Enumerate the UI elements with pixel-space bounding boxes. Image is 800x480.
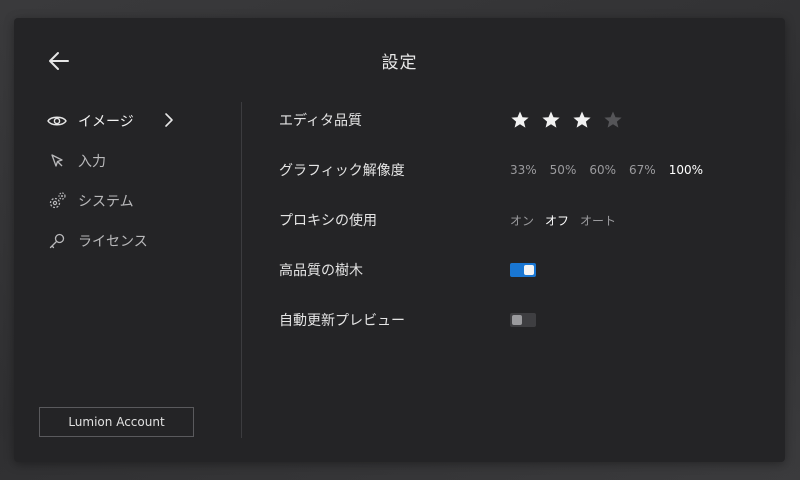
key-icon [46,230,68,252]
proxy-option-auto[interactable]: オート [580,212,616,229]
sidebar-item-image[interactable]: イメージ [40,101,180,141]
sidebar-item-license[interactable]: ライセンス [40,221,180,261]
settings-panel: 設定 イメージ 入力 システム ライセンス Lumion Account エディ… [14,18,785,462]
eye-icon [46,110,68,132]
resolution-option-100[interactable]: 100% [669,163,703,177]
graphic-resolution-label: グラフィック解像度 [279,163,405,179]
editor-quality-stars [510,105,634,135]
sidebar-item-label: システム [78,194,134,210]
proxy-option-off[interactable]: オフ [545,212,569,229]
sidebar-item-label: イメージ [78,114,134,130]
resolution-option-60[interactable]: 60% [589,163,616,177]
resolution-option-33[interactable]: 33% [510,163,537,177]
chevron-right-icon [164,112,174,132]
editor-quality-label: エディタ品質 [279,113,363,129]
cursor-icon [46,150,68,172]
auto-preview-label: 自動更新プレビュー [279,313,405,329]
resolution-option-67[interactable]: 67% [629,163,656,177]
sidebar-item-input[interactable]: 入力 [40,141,180,181]
hq-trees-toggle[interactable] [510,263,536,277]
star-empty-icon[interactable] [603,110,623,130]
auto-preview-control [510,305,536,335]
hq-trees-label: 高品質の樹木 [279,263,363,279]
sidebar: イメージ 入力 システム ライセンス [40,101,180,261]
page-title: 設定 [381,53,418,73]
auto-preview-toggle[interactable] [510,313,536,327]
toggle-knob [524,265,534,275]
toggle-knob [512,315,522,325]
resolution-option-50[interactable]: 50% [550,163,577,177]
sidebar-item-label: ライセンス [78,234,148,250]
star-icon[interactable] [541,110,561,130]
graphic-resolution-options: 33% 50% 60% 67% 100% [510,155,716,185]
proxy-use-label: プロキシの使用 [279,213,377,229]
lumion-account-button[interactable]: Lumion Account [39,407,194,437]
gears-icon [46,190,68,212]
sidebar-item-system[interactable]: システム [40,181,180,221]
sidebar-divider [241,102,242,438]
proxy-option-on[interactable]: オン [510,212,534,229]
proxy-use-options: オン オフ オート [510,205,629,235]
star-icon[interactable] [572,110,592,130]
star-icon[interactable] [510,110,530,130]
sidebar-item-label: 入力 [78,154,106,170]
hq-trees-control [510,255,536,285]
